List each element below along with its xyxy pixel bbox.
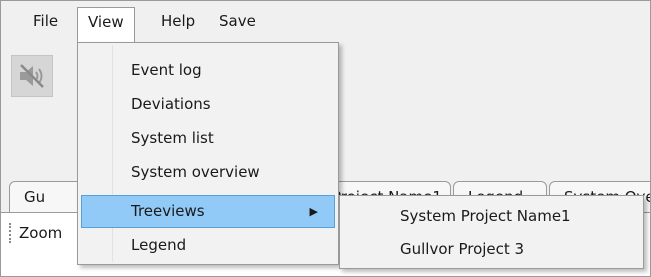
treeviews-submenu: System Project Name1 Gullvor Project 3 (339, 195, 644, 269)
menu-item-event-log[interactable]: Event log (81, 54, 335, 87)
menu-bar: File View Help Save (1, 1, 650, 43)
menu-file[interactable]: File (23, 7, 68, 37)
menu-item-treeviews-label: Treeviews (131, 202, 205, 220)
menu-item-treeviews[interactable]: Treeviews ▶ (81, 195, 335, 228)
zoom-toolbar: Zoom (9, 223, 62, 243)
view-menu: Event log Deviations System list System … (77, 42, 339, 265)
mute-toggle-button[interactable] (11, 55, 53, 97)
menu-view[interactable]: View (77, 7, 135, 43)
submenu-item-gullvor-project-3[interactable]: Gullvor Project 3 (343, 233, 640, 266)
zoom-label: Zoom (19, 224, 63, 242)
menu-item-deviations[interactable]: Deviations (81, 88, 335, 121)
menu-item-system-list[interactable]: System list (81, 122, 335, 155)
submenu-item-system-project-name1[interactable]: System Project Name1 (343, 200, 640, 233)
menu-save[interactable]: Save (209, 7, 266, 37)
application-window: File View Help Save Gu Project Name1 Leg… (0, 0, 651, 277)
mute-speaker-icon (20, 64, 44, 88)
toolbar-grip[interactable] (9, 223, 13, 243)
menu-item-legend[interactable]: Legend (81, 229, 335, 262)
submenu-arrow-icon: ▶ (309, 205, 318, 218)
menu-item-system-overview[interactable]: System overview (81, 156, 335, 189)
menu-help[interactable]: Help (151, 7, 205, 37)
